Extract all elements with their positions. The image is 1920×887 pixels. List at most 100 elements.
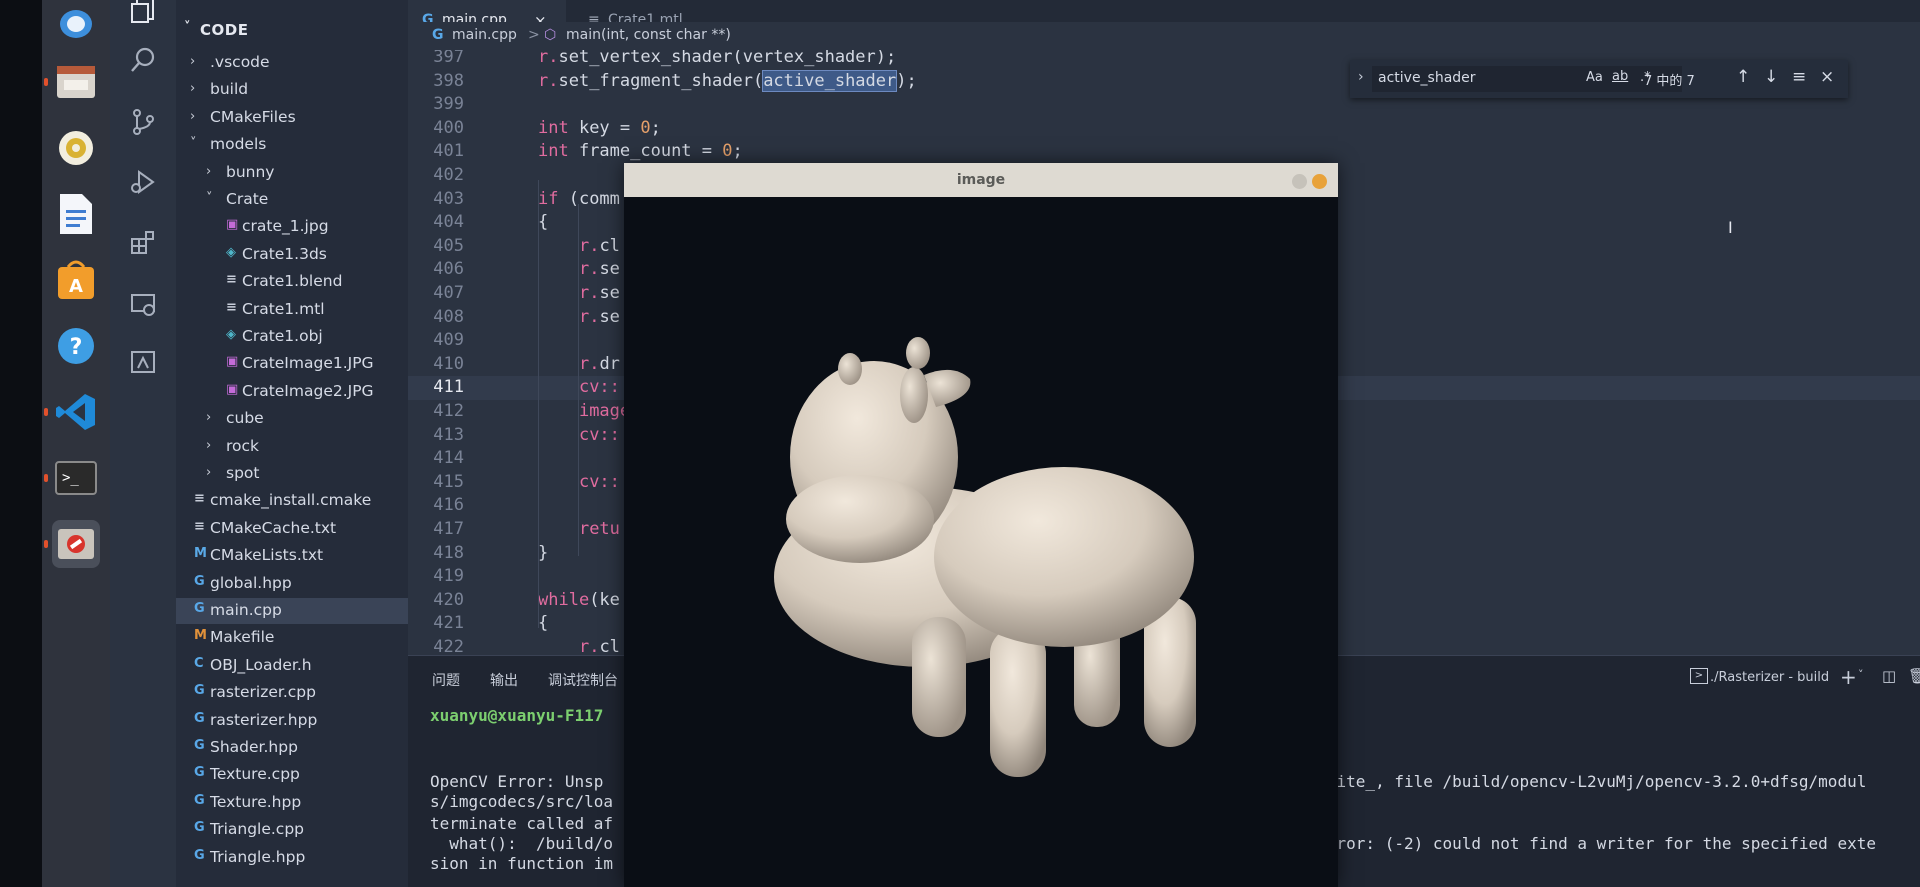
chevron-down-icon[interactable]: ˅: [1858, 668, 1864, 681]
line-number: 413: [433, 424, 464, 445]
indent-guide: [538, 180, 539, 628]
find-query: active_shader: [1378, 70, 1476, 86]
close-icon[interactable]: ×: [1820, 67, 1834, 87]
line-number: 404: [433, 212, 464, 233]
line-number: 405: [433, 235, 464, 256]
tree-file[interactable]: G Triangle.hpp: [176, 845, 408, 871]
tree-file[interactable]: Gmain.cpp: [176, 598, 408, 624]
terminal-line: sion in function im: [430, 854, 614, 873]
tree-folder[interactable]: › .vscode: [176, 50, 408, 76]
tree-folder[interactable]: › cube: [176, 406, 408, 432]
testing-icon[interactable]: [127, 346, 159, 378]
tree-item-label: models: [210, 135, 267, 154]
arrow-down-icon[interactable]: ↓: [1764, 67, 1778, 87]
tree-file[interactable]: ≡ CMakeCache.txt: [176, 516, 408, 542]
chevron-right-icon[interactable]: ›: [1358, 69, 1364, 85]
find-result-count: 7 中的 7: [1644, 74, 1695, 89]
ubuntu-dock: A ? >_: [42, 0, 110, 887]
tree-folder[interactable]: ˅ models: [176, 132, 408, 158]
tree-file[interactable]: Grasterizer.hpp: [176, 708, 408, 734]
cpp-file-icon: G: [432, 27, 444, 43]
tree-item-label: Crate1.3ds: [242, 244, 327, 263]
run-debug-icon[interactable]: [127, 166, 159, 198]
line-number: 415: [433, 471, 464, 492]
code-text: int key = 0;: [538, 117, 661, 138]
tree-file[interactable]: Grasterizer.cpp: [176, 680, 408, 706]
chevron-right-icon: ›: [190, 108, 196, 124]
image-window-title: image: [956, 172, 1006, 188]
rhythmbox-icon[interactable]: [52, 124, 100, 172]
explorer-icon[interactable]: [127, 0, 159, 26]
match-case-button[interactable]: Aa: [1586, 70, 1603, 85]
vscode-icon[interactable]: [44, 388, 100, 436]
tab-output[interactable]: 输出: [490, 670, 518, 690]
line-number: 400: [433, 117, 464, 138]
tree-file[interactable]: ▣ CrateImage1.JPG: [176, 351, 408, 377]
tree-item-label: cmake_install.cmake: [210, 491, 372, 510]
terminal-name[interactable]: ./Rasterizer - build: [1710, 670, 1829, 685]
cpp-file-icon: G: [194, 601, 205, 616]
chevron-right-icon: ›: [206, 410, 212, 426]
search-icon[interactable]: [127, 44, 159, 76]
libreoffice-writer-icon[interactable]: [52, 190, 100, 238]
tree-file[interactable]: G Triangle.cpp: [176, 817, 408, 843]
help-icon[interactable]: ?: [52, 322, 100, 370]
files-icon[interactable]: [44, 58, 100, 106]
tree-folder[interactable]: › bunny: [176, 160, 408, 186]
tree-folder[interactable]: › rock: [176, 434, 408, 460]
tree-file[interactable]: ≡ Crate1.mtl: [176, 297, 408, 323]
image-viewer-icon[interactable]: [44, 520, 100, 568]
chevron-down-icon: ˅: [206, 191, 213, 206]
app-store-icon[interactable]: A: [52, 256, 100, 304]
cpp-file-icon: G: [194, 792, 205, 808]
tree-folder[interactable]: › CMakeFiles: [176, 105, 408, 131]
tree-folder[interactable]: ˅ Crate: [176, 187, 408, 213]
breadcrumb-function[interactable]: main(int, const char **): [566, 27, 731, 43]
line-number: 399: [433, 94, 464, 115]
image-file-icon: ▣: [226, 381, 239, 397]
tree-file[interactable]: M Makefile: [176, 625, 408, 651]
close-icon[interactable]: [1312, 174, 1327, 189]
match-whole-word-button[interactable]: ab: [1612, 69, 1628, 84]
tree-file[interactable]: ◈ Crate1.obj: [176, 324, 408, 350]
tree-file[interactable]: ▣ CrateImage2.JPG: [176, 379, 408, 405]
tree-file[interactable]: C OBJ_Loader.h: [176, 653, 408, 679]
tree-file[interactable]: M CMakeLists.txt: [176, 543, 408, 569]
tree-file[interactable]: ◈ Crate1.3ds: [176, 242, 408, 268]
tree-folder[interactable]: › build: [176, 77, 408, 103]
tree-file[interactable]: G Texture.hpp: [176, 790, 408, 816]
tree-file[interactable]: ≡ Crate1.blend: [176, 269, 408, 295]
add-terminal-icon[interactable]: +: [1840, 665, 1857, 689]
explorer-sidebar: ˅ CODE › .vscode › build › CMakeFiles ˅ models ›…: [176, 0, 408, 887]
image-window-titlebar[interactable]: image: [624, 163, 1338, 197]
minimize-icon[interactable]: [1292, 174, 1307, 189]
extensions-icon[interactable]: [127, 226, 159, 258]
remote-explorer-icon[interactable]: [127, 288, 159, 320]
arrow-up-icon[interactable]: ↑: [1736, 67, 1750, 87]
breadcrumb-file[interactable]: main.cpp: [452, 27, 517, 43]
tree-file[interactable]: ≡ cmake_install.cmake: [176, 488, 408, 514]
terminal-line: : error: (-2) could not find a writer fo…: [1298, 834, 1876, 853]
tree-file[interactable]: Gglobal.hpp: [176, 571, 408, 597]
explorer-section-header[interactable]: ˅ CODE: [176, 18, 408, 44]
cpp-file-icon: G: [194, 710, 205, 726]
split-terminal-icon[interactable]: ◫: [1882, 667, 1896, 685]
tree-file[interactable]: G Texture.cpp: [176, 762, 408, 788]
tab-debug-console[interactable]: 调试控制台: [548, 670, 618, 690]
terminal-icon[interactable]: >_: [44, 454, 100, 502]
tree-file[interactable]: ▣ crate_1.jpg: [176, 214, 408, 240]
code-line[interactable]: 400 int key = 0;: [408, 117, 1920, 141]
trash-icon[interactable]: 🗑: [1908, 667, 1920, 685]
ubuntu-software-icon[interactable]: [52, 0, 100, 48]
svg-text:?: ?: [70, 335, 83, 360]
source-control-icon[interactable]: [127, 106, 159, 138]
tree-file[interactable]: G Shader.hpp: [176, 735, 408, 761]
line-number: 408: [433, 306, 464, 327]
tab-problems[interactable]: 问题: [432, 670, 460, 690]
tree-folder[interactable]: › spot: [176, 461, 408, 487]
code-line[interactable]: 401 int frame_count = 0;: [408, 140, 1920, 164]
find-input[interactable]: active_shader Aa ab .*: [1372, 66, 1682, 92]
tree-item-label: .vscode: [210, 53, 270, 71]
find-in-selection-icon[interactable]: ≡: [1792, 67, 1806, 87]
text-file-icon: ≡: [194, 491, 205, 507]
